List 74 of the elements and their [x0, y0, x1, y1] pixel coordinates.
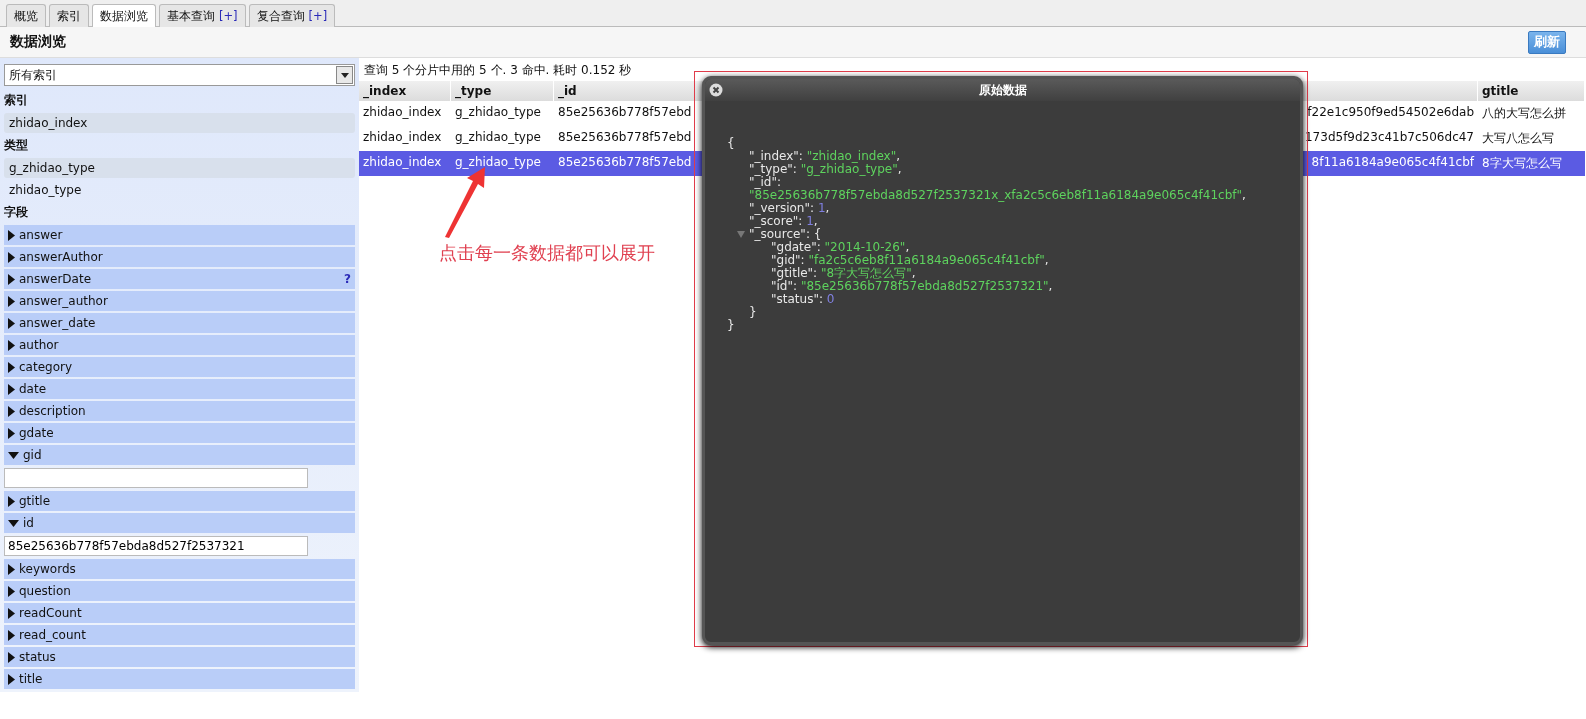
table-cell-text: 8字大写怎么写 — [1481, 155, 1563, 172]
page-title: 数据浏览 — [10, 33, 66, 51]
json-brace: { — [727, 136, 735, 150]
json-value: "g_zhidao_type" — [800, 162, 898, 176]
field-name: category — [19, 360, 74, 374]
field-name: readCount — [19, 606, 83, 620]
json-value: 0 — [826, 292, 835, 306]
table-cell-text: zhidao_index — [362, 129, 443, 146]
table-cell-text: g_zhidao_type — [454, 104, 542, 121]
json-comma: , — [1044, 253, 1049, 267]
json-key: "gtitle": — [771, 266, 818, 280]
field-name: answerDate — [19, 272, 93, 286]
table-cell-text: 8f11a6184a9e065c4f41cbf — [1310, 154, 1476, 171]
field-name: gdate — [19, 426, 55, 440]
json-key: "_id": — [749, 175, 782, 189]
annotation-text: 点击每一条数据都可以展开 — [439, 241, 655, 265]
json-comma: , — [905, 240, 910, 254]
field-name: date — [19, 382, 48, 396]
field-name: description — [19, 404, 87, 418]
json-comma: , — [1242, 188, 1246, 202]
json-key: "gdate": — [771, 240, 821, 254]
json-value: 1 — [817, 201, 826, 215]
field-name: answer — [19, 228, 64, 242]
json-brace: } — [749, 305, 757, 319]
json-key: "_type": — [749, 162, 797, 176]
dialog-title: 原始数据 — [978, 81, 1027, 99]
table-cell-text: 85e25636b778f57ebd — [557, 104, 693, 121]
table-cell-text: 85e25636b778f57ebd — [557, 154, 693, 171]
field-name: keywords — [19, 562, 77, 576]
field-name: answer_author — [19, 294, 109, 308]
json-value: "85e25636b778f57ebda8d527f2537321x_xfa2c5c6eb8f11a6184a9e065c4f41cbf" — [749, 188, 1243, 202]
json-value: 1 — [806, 214, 814, 228]
field-name: author — [19, 338, 60, 352]
json-brace: } — [727, 318, 735, 332]
json-key: "_source": — [749, 227, 810, 241]
json-comma: , — [911, 266, 916, 280]
json-value: "fa2c5c6eb8f11a6184a9e065c4f41cbf" — [808, 253, 1045, 267]
json-value: "85e25636b778f57ebda8d527f2537321" — [800, 279, 1049, 293]
field-name: gtitle — [19, 494, 52, 508]
json-comma: , — [813, 214, 818, 228]
table-cell-text: zhidao_index — [362, 104, 443, 121]
json-comma: , — [897, 162, 902, 176]
table-cell-text: g_zhidao_type — [454, 129, 542, 146]
field-name: gid — [23, 448, 43, 462]
json-value: "2014-10-26" — [824, 240, 906, 254]
json-key: "_index": — [749, 149, 803, 163]
json-value: "zhidao_index" — [806, 149, 897, 163]
table-cell-text: f22e1c950f9ed54502e6dab — [1306, 104, 1475, 121]
field-name: answer_date — [19, 316, 97, 330]
table-cell-text: 大写八怎么写 — [1481, 130, 1555, 147]
json-key: "id": — [771, 279, 798, 293]
field-name: title — [19, 672, 44, 686]
field-name: read_count — [19, 628, 87, 642]
json-brace: { — [813, 227, 822, 241]
json-comma: , — [896, 149, 900, 163]
field-name: answerAuthor — [19, 250, 104, 264]
field-name: question — [19, 584, 72, 598]
json-key: "_version": — [749, 201, 815, 215]
json-key: "_score": — [749, 214, 803, 228]
table-cell-text: zhidao_index — [362, 154, 443, 171]
table-cell-text: 85e25636b778f57ebd — [557, 129, 693, 146]
json-comma: , — [825, 201, 830, 215]
section-heading: 索引 — [4, 92, 29, 109]
json-comma: , — [1048, 279, 1053, 293]
query-summary: 查询 5 个分片中用的 5 个. 3 命中. 耗时 0.152 秒 — [363, 62, 633, 79]
json-key: "status": — [771, 292, 823, 306]
json-value: "8字大写怎么写" — [821, 266, 912, 280]
field-name: status — [19, 650, 57, 664]
table-cell-text: 八的大写怎么拼 — [1481, 105, 1567, 122]
field-name: id — [23, 516, 35, 530]
section-heading: 类型 — [4, 137, 29, 154]
table-cell-text: g_zhidao_type — [454, 154, 542, 171]
json-key: "gid": — [771, 253, 805, 267]
section-heading: 字段 — [4, 204, 29, 221]
